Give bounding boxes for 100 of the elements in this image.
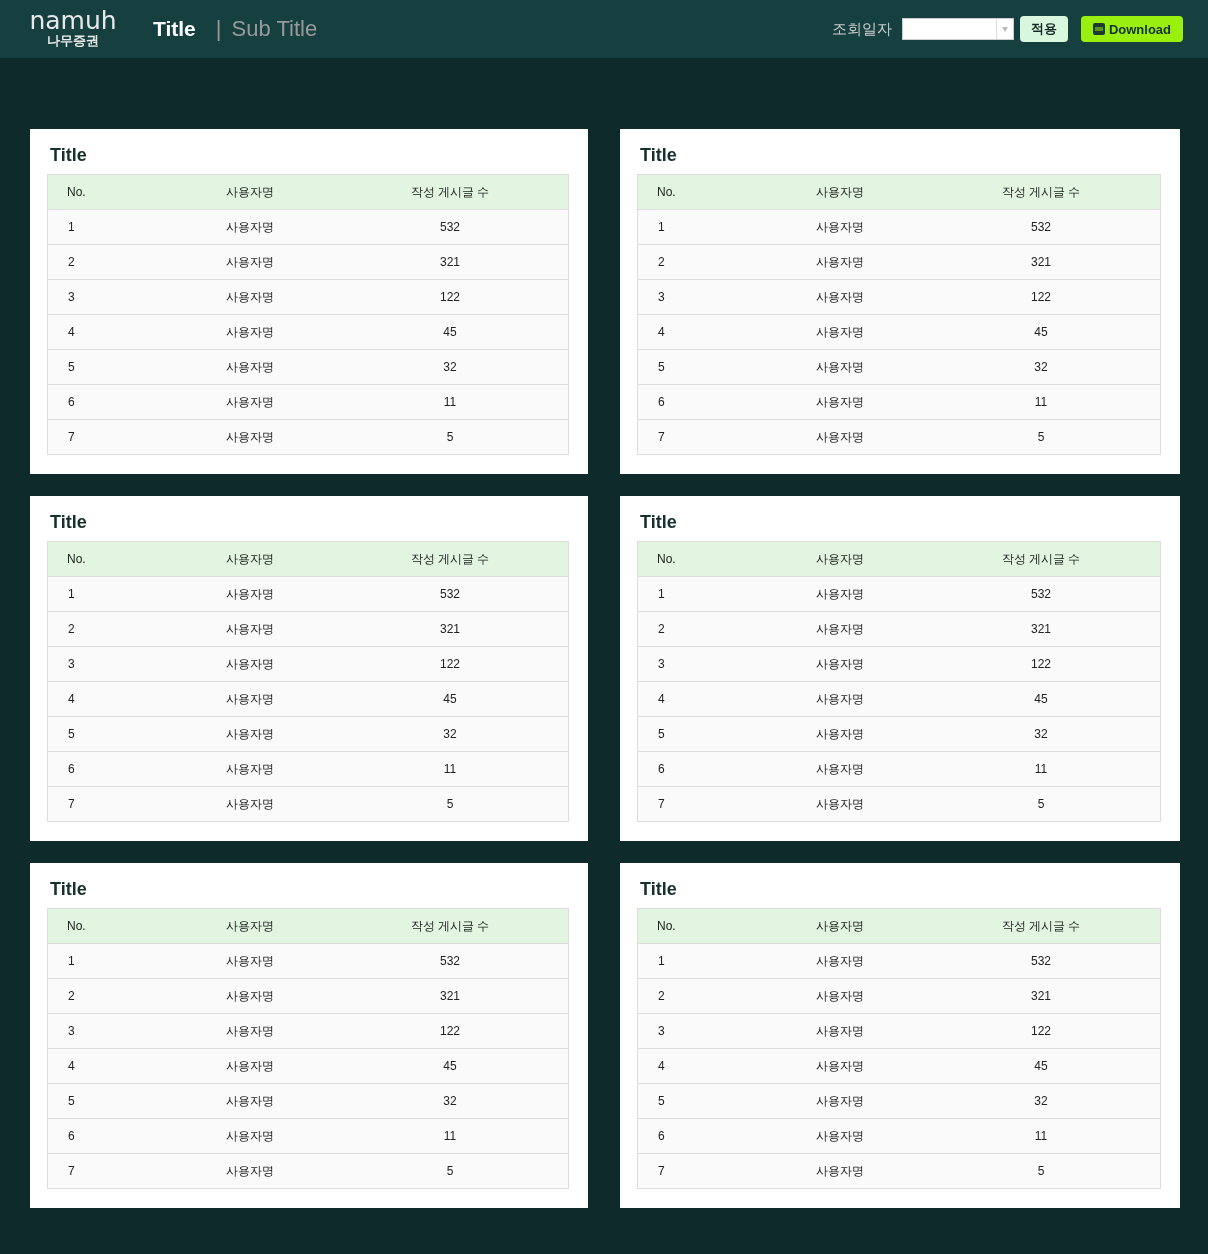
table-cell-text: 11 — [442, 762, 458, 776]
table-cell-text: 45 — [1033, 1059, 1049, 1073]
table-cell-text: 32 — [1033, 1094, 1049, 1108]
column-header: No. — [656, 185, 677, 199]
apply-button[interactable]: 적용 — [1019, 16, 1068, 42]
table-cell-text: 5 — [657, 360, 666, 374]
table-cell-text: 사용자명 — [815, 655, 865, 673]
table-cell-text: 321 — [1030, 989, 1052, 1003]
table-cell-text: 45 — [442, 1059, 458, 1073]
date-select[interactable] — [901, 18, 1014, 40]
table-cell-text: 사용자명 — [225, 358, 275, 376]
column-header: 작성 게시글 수 — [1000, 183, 1082, 201]
table-cell-text: 7 — [657, 430, 666, 444]
table-cell-text: 32 — [442, 360, 458, 374]
logo-subtitle: 나무증권 — [47, 33, 99, 49]
table-cell-text: 11 — [1033, 395, 1049, 409]
table-cell-text: 사용자명 — [815, 323, 865, 341]
table-cell-text: 사용자명 — [225, 393, 275, 411]
table-cell-text: 7 — [67, 430, 76, 444]
table-cell-text: 사용자명 — [815, 690, 865, 708]
page-subtitle: Sub Title — [231, 16, 318, 42]
table-cell-text: 사용자명 — [815, 393, 865, 411]
table-cell-text: 사용자명 — [815, 1057, 865, 1075]
table-cell-text: 532 — [1030, 954, 1052, 968]
table-cell-text: 사용자명 — [815, 585, 865, 603]
table-cell-text: 321 — [1030, 622, 1052, 636]
table-cell-text: 11 — [1033, 1129, 1049, 1143]
table-cell-text: 532 — [439, 954, 461, 968]
table-cell-text: 4 — [657, 692, 666, 706]
card-title: Title — [50, 878, 88, 901]
table-cell-text: 사용자명 — [815, 218, 865, 236]
table-cell-text: 5 — [1036, 1164, 1046, 1178]
table-cell-text: 7 — [657, 797, 666, 811]
table-cell-text: 1 — [67, 954, 76, 968]
table-cell-text: 45 — [1033, 692, 1049, 706]
table-cell-text: 32 — [1033, 360, 1049, 374]
column-header: 작성 게시글 수 — [409, 550, 491, 568]
table-cell-text: 6 — [67, 395, 76, 409]
table-cell-text: 32 — [442, 1094, 458, 1108]
table-cell-text: 5 — [1036, 797, 1046, 811]
table-cell-text: 사용자명 — [225, 690, 275, 708]
table-cell-text: 1 — [657, 954, 666, 968]
table-cell-text: 5 — [445, 1164, 455, 1178]
table-cell-text: 5 — [1036, 430, 1046, 444]
title-separator: | — [215, 16, 222, 42]
table-cell-text: 122 — [439, 1024, 461, 1038]
page-title: Title — [153, 17, 196, 41]
table-cell-text: 11 — [442, 395, 458, 409]
card-title: Title — [640, 878, 678, 901]
logo: namuh — [29, 9, 117, 33]
column-header: 사용자명 — [225, 183, 275, 201]
column-header: 작성 게시글 수 — [1000, 917, 1082, 935]
table-cell-text: 사용자명 — [815, 1162, 865, 1180]
table-cell-text: 1 — [67, 587, 76, 601]
table-cell-text: 사용자명 — [225, 620, 275, 638]
table-cell-text: 2 — [657, 989, 666, 1003]
table-cell-text: 3 — [657, 290, 666, 304]
table-cell-text: 7 — [657, 1164, 666, 1178]
table-cell-text: 사용자명 — [815, 253, 865, 271]
table-cell-text: 321 — [439, 622, 461, 636]
table-cell-text: 2 — [67, 255, 76, 269]
table-cell-text: 사용자명 — [815, 1022, 865, 1040]
table-cell-text: 1 — [657, 587, 666, 601]
download-button[interactable]: Download — [1080, 16, 1183, 42]
table-cell-text: 사용자명 — [225, 725, 275, 743]
table-cell-text: 3 — [657, 1024, 666, 1038]
table-cell-text: 4 — [67, 1059, 76, 1073]
table-cell-text: 1 — [657, 220, 666, 234]
column-header: No. — [66, 919, 87, 933]
column-header: 사용자명 — [815, 917, 865, 935]
column-header: No. — [656, 919, 677, 933]
column-header: 작성 게시글 수 — [409, 917, 491, 935]
table-cell-text: 사용자명 — [225, 1127, 275, 1145]
table-cell-text: 사용자명 — [225, 1057, 275, 1075]
table-cell-text: 2 — [67, 622, 76, 636]
table-cell-text: 32 — [442, 727, 458, 741]
table-cell-text: 4 — [657, 1059, 666, 1073]
table-cell-text: 7 — [67, 797, 76, 811]
table-cell-text: 6 — [657, 1129, 666, 1143]
table-cell-text: 사용자명 — [225, 218, 275, 236]
table-cell-text: 5 — [67, 727, 76, 741]
table-cell-text: 3 — [67, 657, 76, 671]
table-cell-text: 사용자명 — [225, 1092, 275, 1110]
card-title: Title — [640, 144, 678, 167]
table-cell-text: 사용자명 — [225, 1022, 275, 1040]
table-cell-text: 사용자명 — [225, 323, 275, 341]
table-cell-text: 4 — [67, 325, 76, 339]
table-cell-text: 4 — [657, 325, 666, 339]
table-cell-text: 532 — [1030, 587, 1052, 601]
table-cell-text: 122 — [1030, 290, 1052, 304]
table-cell-text: 3 — [657, 657, 666, 671]
table-cell-text: 사용자명 — [815, 358, 865, 376]
table-cell-text: 사용자명 — [815, 288, 865, 306]
column-header: No. — [66, 552, 87, 566]
table-cell-text: 사용자명 — [225, 987, 275, 1005]
table-cell-text: 4 — [67, 692, 76, 706]
table-cell-text: 32 — [1033, 727, 1049, 741]
table-cell-text: 사용자명 — [225, 760, 275, 778]
table-cell-text: 사용자명 — [815, 620, 865, 638]
table-cell-text: 사용자명 — [815, 760, 865, 778]
